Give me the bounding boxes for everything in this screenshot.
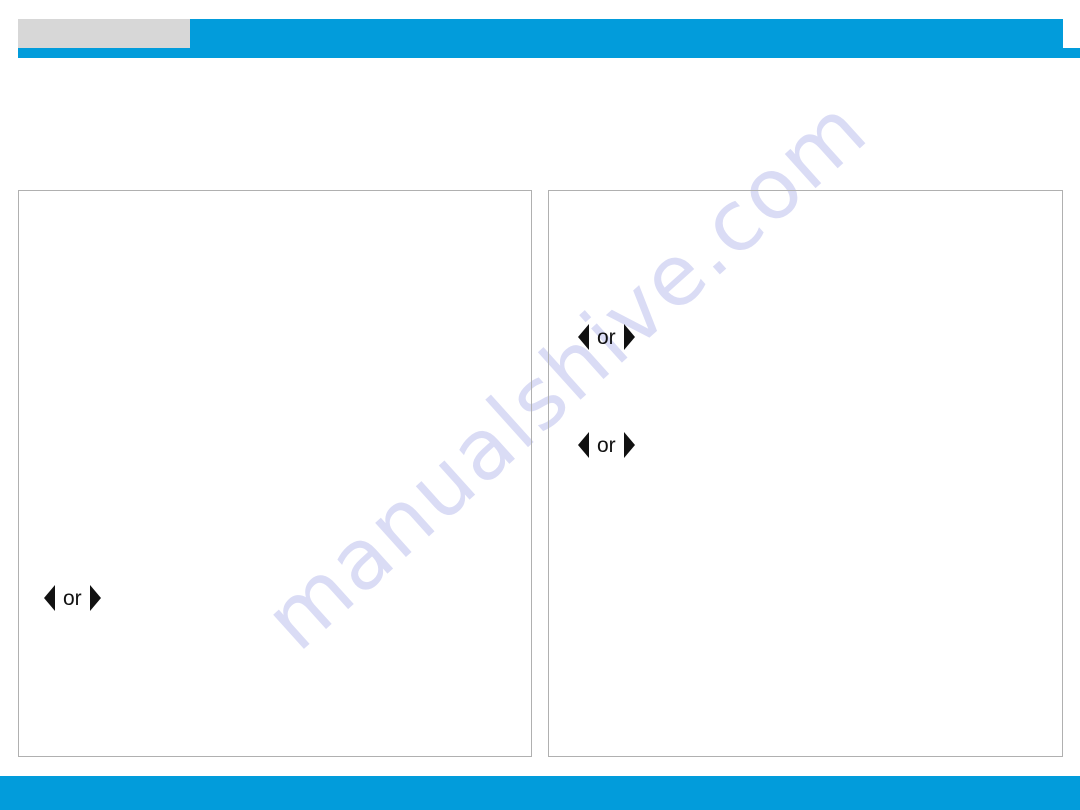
left-panel-or-row: or xyxy=(44,585,101,611)
page-canvas: manualshive.com or or or xyxy=(0,0,1080,810)
or-label: or xyxy=(63,586,82,610)
right-panel-or-row-2: or xyxy=(578,432,635,458)
page-content: or or or xyxy=(0,0,1080,810)
triangle-right-icon xyxy=(89,585,101,611)
triangle-right-icon xyxy=(623,432,635,458)
triangle-left-icon xyxy=(578,432,589,458)
or-label: or xyxy=(597,325,616,349)
right-content-panel xyxy=(548,190,1063,757)
right-panel-or-row-1: or xyxy=(578,324,635,350)
triangle-left-icon xyxy=(578,324,589,350)
triangle-left-icon xyxy=(44,585,55,611)
left-content-panel xyxy=(18,190,532,757)
or-label: or xyxy=(597,433,616,457)
triangle-right-icon xyxy=(623,324,635,350)
